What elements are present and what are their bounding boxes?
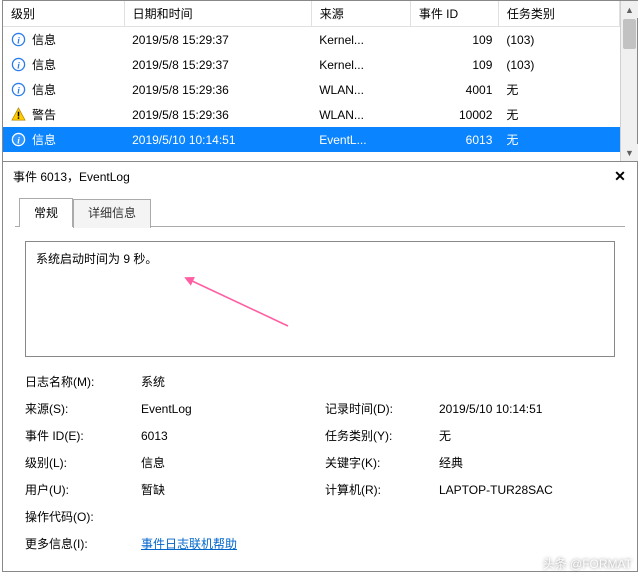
row-level: 信息 — [32, 131, 56, 148]
row-level: 信息 — [32, 31, 56, 48]
col-source[interactable]: 来源 — [311, 1, 410, 27]
label-eventid: 事件 ID(E): — [25, 427, 137, 444]
event-message-box: 系统启动时间为 9 秒。 — [25, 241, 615, 357]
label-user: 用户(U): — [25, 481, 137, 498]
close-icon[interactable]: ✕ — [611, 169, 629, 185]
tab-general[interactable]: 常规 — [19, 198, 73, 227]
svg-text:i: i — [17, 136, 20, 146]
value-logged: 2019/5/10 10:14:51 — [439, 402, 615, 416]
scroll-thumb[interactable] — [623, 19, 636, 49]
details-title: 事件 6013，EventLog — [13, 168, 611, 185]
table-header-row[interactable]: 级别 日期和时间 来源 事件 ID 任务类别 — [3, 1, 620, 27]
row-source: EventL... — [311, 127, 410, 152]
details-tabstrip: 常规 详细信息 — [3, 187, 637, 226]
value-keywords: 经典 — [439, 454, 615, 471]
moreinfo-link[interactable]: 事件日志联机帮助 — [141, 537, 237, 551]
col-category[interactable]: 任务类别 — [498, 1, 619, 27]
value-user: 暂缺 — [141, 481, 321, 498]
label-logged: 记录时间(D): — [325, 400, 435, 417]
row-datetime: 2019/5/10 10:14:51 — [124, 127, 311, 152]
value-computer: LAPTOP-TUR28SAC — [439, 483, 615, 497]
svg-text:i: i — [17, 86, 20, 96]
label-taskcat: 任务类别(Y): — [325, 427, 435, 444]
row-category: 无 — [498, 77, 619, 102]
label-logname: 日志名称(M): — [25, 373, 137, 390]
label-moreinfo: 更多信息(I): — [25, 535, 137, 552]
row-category: (103) — [498, 52, 619, 77]
row-level: 信息 — [32, 81, 56, 98]
event-list: 级别 日期和时间 来源 事件 ID 任务类别 i 信息 2019/5/8 15:29… — [3, 1, 637, 161]
label-computer: 计算机(R): — [325, 481, 435, 498]
value-taskcat: 无 — [439, 427, 615, 444]
value-eventid: 6013 — [141, 429, 321, 443]
col-eventid[interactable]: 事件 ID — [410, 1, 498, 27]
row-level: 信息 — [32, 56, 56, 73]
annotation-arrow-icon — [184, 276, 294, 332]
table-row[interactable]: i 信息 2019/5/8 15:29:37Kernel...109(103) — [3, 27, 620, 53]
col-level[interactable]: 级别 — [3, 1, 124, 27]
row-eventid: 109 — [410, 27, 498, 53]
row-datetime: 2019/5/8 15:29:37 — [124, 27, 311, 53]
table-row[interactable]: i 信息 2019/5/10 10:14:51EventL...6013无 — [3, 127, 620, 152]
event-table[interactable]: 级别 日期和时间 来源 事件 ID 任务类别 i 信息 2019/5/8 15:29… — [3, 1, 620, 152]
row-source: Kernel... — [311, 52, 410, 77]
row-datetime: 2019/5/8 15:29:36 — [124, 102, 311, 127]
table-row[interactable]: i 信息 2019/5/8 15:29:37Kernel...109(103) — [3, 52, 620, 77]
row-datetime: 2019/5/8 15:29:36 — [124, 77, 311, 102]
row-source: WLAN... — [311, 77, 410, 102]
row-category: 无 — [498, 127, 619, 152]
value-source: EventLog — [141, 402, 321, 416]
warning-icon — [11, 107, 26, 122]
scroll-down-icon[interactable]: ▼ — [621, 144, 638, 161]
info-icon: i — [11, 132, 26, 147]
col-datetime[interactable]: 日期和时间 — [124, 1, 311, 27]
tab-details[interactable]: 详细信息 — [73, 199, 151, 228]
row-eventid: 6013 — [410, 127, 498, 152]
table-row[interactable]: 警告 2019/5/8 15:29:36WLAN...10002无 — [3, 102, 620, 127]
row-source: WLAN... — [311, 102, 410, 127]
info-icon: i — [11, 32, 26, 47]
row-level: 警告 — [32, 106, 56, 123]
row-datetime: 2019/5/8 15:29:37 — [124, 52, 311, 77]
event-properties: 日志名称(M): 系统 来源(S): EventLog 记录时间(D): 201… — [25, 373, 615, 552]
list-scrollbar[interactable]: ▲ ▼ — [620, 1, 637, 161]
info-icon: i — [11, 57, 26, 72]
value-level: 信息 — [141, 454, 321, 471]
row-eventid: 10002 — [410, 102, 498, 127]
info-icon: i — [11, 82, 26, 97]
table-row[interactable]: i 信息 2019/5/8 15:29:36WLAN...4001无 — [3, 77, 620, 102]
label-opcode: 操作代码(O): — [25, 508, 137, 525]
event-details-pane: 事件 6013，EventLog ✕ 常规 详细信息 系统启动时间为 9 秒。 — [3, 161, 637, 571]
row-eventid: 4001 — [410, 77, 498, 102]
svg-text:i: i — [17, 36, 20, 46]
scroll-up-icon[interactable]: ▲ — [621, 1, 638, 18]
event-message-text: 系统启动时间为 9 秒。 — [36, 252, 157, 266]
row-category: (103) — [498, 27, 619, 53]
label-source: 来源(S): — [25, 400, 137, 417]
label-keywords: 关键字(K): — [325, 454, 435, 471]
svg-text:i: i — [17, 61, 20, 71]
label-level: 级别(L): — [25, 454, 137, 471]
value-logname: 系统 — [141, 373, 615, 390]
row-eventid: 109 — [410, 52, 498, 77]
row-category: 无 — [498, 102, 619, 127]
row-source: Kernel... — [311, 27, 410, 53]
